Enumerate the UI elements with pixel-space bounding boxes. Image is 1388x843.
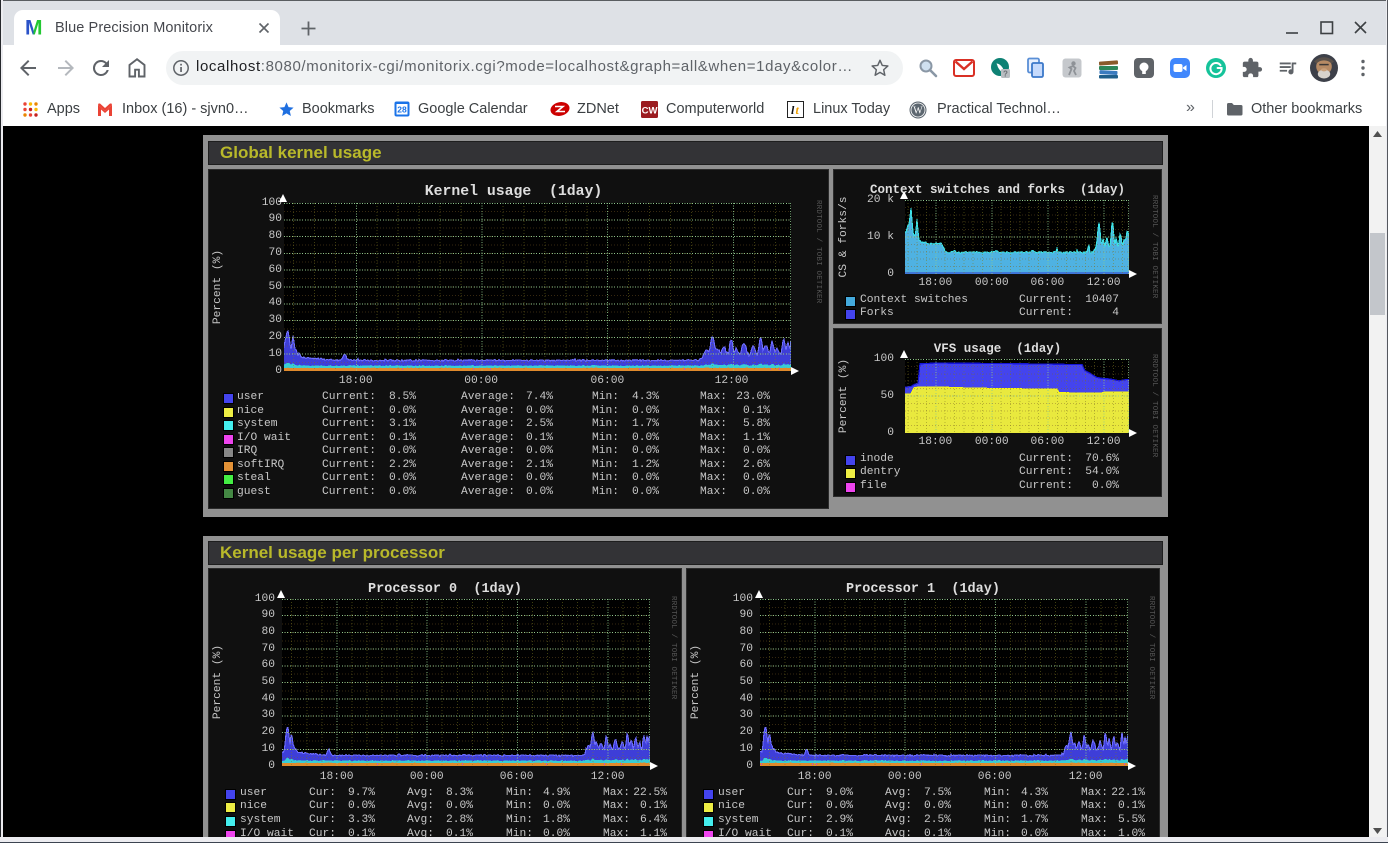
svg-text:M: M <box>26 18 42 37</box>
svg-text:28: 28 <box>397 105 407 115</box>
svg-text:?: ? <box>1003 70 1008 79</box>
svg-text:W: W <box>913 106 923 117</box>
svg-text:CW: CW <box>642 106 658 117</box>
